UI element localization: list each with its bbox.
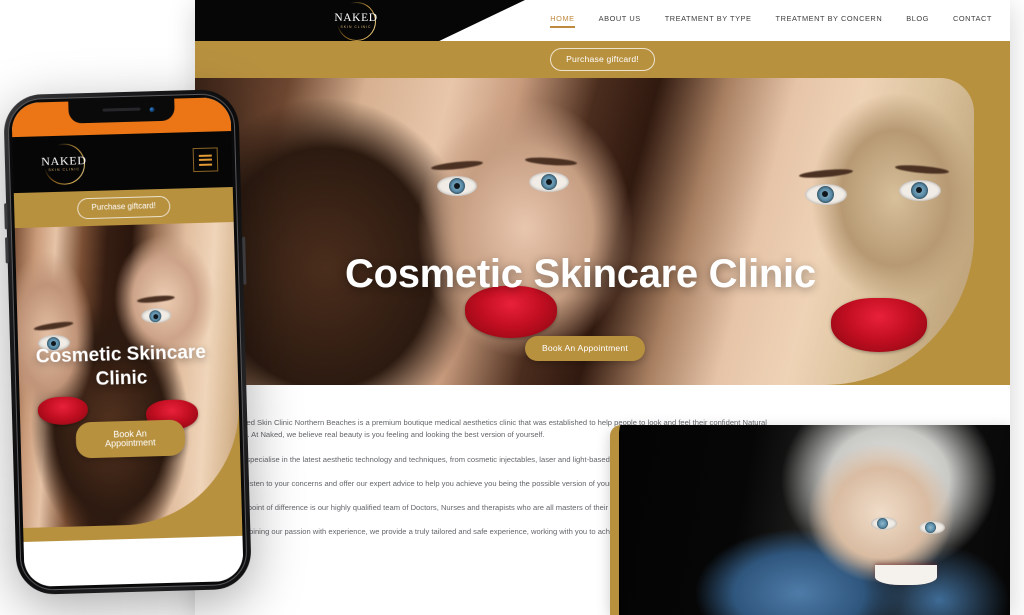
- mobile-hero-image-frame: Cosmetic Skincare Clinic Book An Appoint…: [14, 221, 243, 528]
- phone-volume-up-button[interactable]: [3, 203, 8, 230]
- phone-frame: NAKED SKIN CLINIC Purchase giftcard! Cos…: [3, 88, 252, 596]
- purchase-giftcard-button[interactable]: Purchase giftcard!: [550, 47, 655, 72]
- front-camera-icon: [148, 106, 155, 112]
- logo-subtitle: SKIN CLINIC: [340, 25, 372, 30]
- desktop-site-header: NAKED SKIN CLINIC HOME ABOUT US TREATMEN…: [195, 0, 1010, 41]
- mobile-brow-b: [136, 294, 176, 305]
- primary-navigation: HOME ABOUT US TREATMENT BY TYPE TREATMEN…: [550, 0, 992, 41]
- mobile-logo-wordmark: NAKED SKIN CLINIC: [40, 153, 87, 173]
- mobile-content-area: [23, 535, 244, 587]
- hamburger-bar-3: [199, 163, 213, 166]
- mobile-pupil-b: [153, 314, 159, 320]
- nav-item-contact[interactable]: CONTACT: [953, 14, 992, 28]
- mobile-purchase-giftcard-button[interactable]: Purchase giftcard!: [77, 195, 171, 220]
- hamburger-menu-icon[interactable]: [192, 147, 219, 173]
- mobile-phone-mockup: NAKED SKIN CLINIC Purchase giftcard! Cos…: [3, 88, 252, 596]
- site-logo[interactable]: NAKED SKIN CLINIC: [320, 1, 392, 41]
- nav-item-treatment-by-concern[interactable]: TREATMENT BY CONCERN: [776, 14, 883, 28]
- brow-left-b: [524, 156, 578, 167]
- mobile-hero-headline: Cosmetic Skincare Clinic: [35, 341, 207, 390]
- mobile-logo-name: NAKED: [40, 153, 87, 169]
- card-iris-a: [877, 518, 888, 529]
- nav-item-about-us[interactable]: ABOUT US: [599, 14, 641, 28]
- pupil-right-b: [916, 187, 922, 193]
- mobile-site-logo[interactable]: NAKED SKIN CLINIC: [34, 142, 93, 186]
- hero-image-frame: Cosmetic Skincare Clinic Book An Appoint…: [195, 78, 974, 385]
- mobile-hero-section: Cosmetic Skincare Clinic Book An Appoint…: [14, 221, 243, 542]
- desktop-website-mockup: NAKED SKIN CLINIC HOME ABOUT US TREATMEN…: [195, 0, 1010, 615]
- hero-headline: Cosmetic Skincare Clinic: [345, 252, 816, 296]
- nav-item-blog[interactable]: BLOG: [906, 14, 929, 28]
- phone-screen: NAKED SKIN CLINIC Purchase giftcard! Cos…: [11, 97, 244, 587]
- mobile-brow-a: [33, 320, 74, 333]
- hamburger-bar-1: [198, 154, 212, 157]
- card-iris-b: [925, 522, 936, 533]
- nav-item-treatment-by-type[interactable]: TREATMENT BY TYPE: [665, 14, 752, 28]
- earpiece-speaker-icon: [101, 107, 141, 112]
- pupil-right-a: [822, 191, 828, 197]
- phone-notch: [67, 98, 175, 124]
- giftcard-bar: Purchase giftcard!: [195, 41, 1010, 78]
- phone-volume-down-button[interactable]: [4, 237, 9, 264]
- photo-smiling-woman-denim: [619, 425, 1010, 615]
- card-smile: [875, 565, 937, 585]
- logo-name: NAKED: [334, 11, 378, 24]
- book-appointment-button[interactable]: Book An Appointment: [525, 336, 645, 361]
- brow-left-a: [430, 159, 484, 172]
- brow-right-a: [798, 167, 854, 180]
- logo-wordmark: NAKED SKIN CLINIC: [334, 11, 378, 30]
- feature-image-card: [610, 425, 1010, 615]
- pupil-left-b: [546, 179, 552, 185]
- mobile-lips-a: [37, 396, 89, 426]
- screenshot-stage: NAKED SKIN CLINIC HOME ABOUT US TREATMEN…: [0, 0, 1024, 615]
- pupil-left-a: [454, 183, 460, 189]
- mobile-book-appointment-button[interactable]: Book An Appointment: [74, 419, 186, 459]
- brow-right-b: [894, 163, 950, 176]
- mobile-site-header: NAKED SKIN CLINIC: [12, 131, 233, 194]
- hero-section: Cosmetic Skincare Clinic Book An Appoint…: [195, 78, 1010, 385]
- lips-right-model: [831, 298, 927, 352]
- hamburger-bar-2: [198, 158, 212, 161]
- nav-item-home[interactable]: HOME: [550, 14, 576, 28]
